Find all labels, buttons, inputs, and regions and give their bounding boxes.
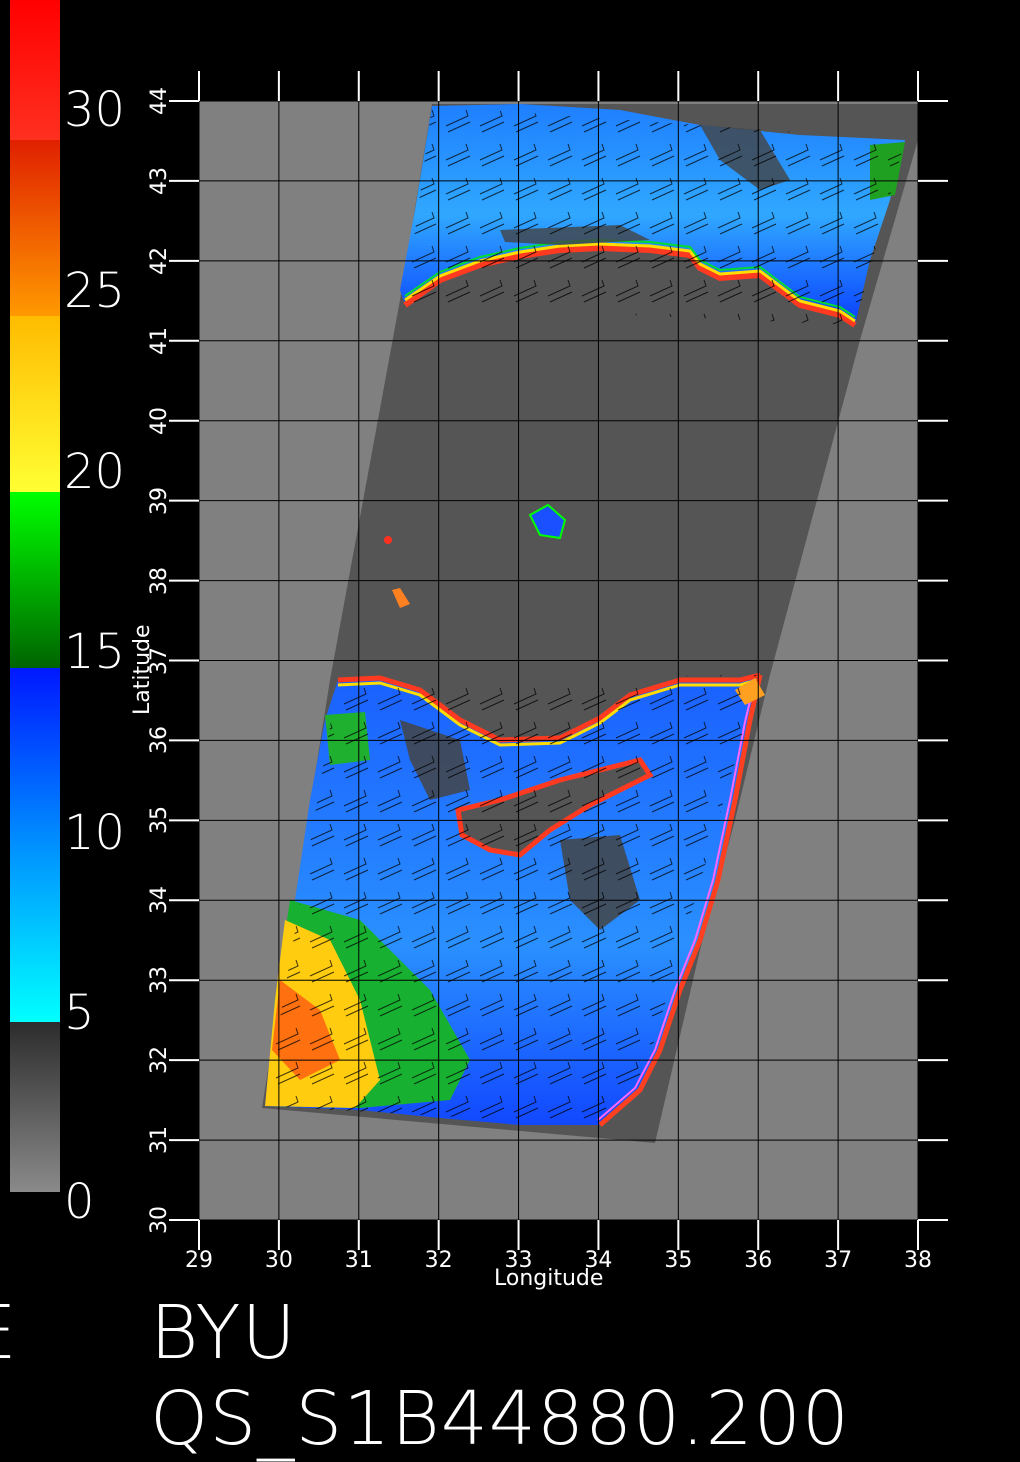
colorbar-band-20-25 bbox=[10, 316, 60, 492]
colorbar-label: 10 bbox=[64, 804, 126, 861]
lat-tick-label: 35 bbox=[147, 806, 172, 835]
footer-title: BYU QS_S1B44880.200 bbox=[150, 1290, 850, 1462]
colorbar-label: 15 bbox=[64, 624, 126, 681]
lon-tick-label: 37 bbox=[824, 1248, 853, 1273]
lat-tick-label: 40 bbox=[147, 406, 172, 435]
lat-tick-label: 41 bbox=[147, 326, 172, 355]
wind-barbs-north bbox=[405, 106, 905, 325]
lat-tick-label: 44 bbox=[147, 87, 172, 115]
lon-tick-label: 32 bbox=[424, 1248, 453, 1273]
lat-tick-label: 33 bbox=[147, 966, 172, 995]
footer-left-fragment: E bbox=[0, 1290, 17, 1376]
lat-tick-label: 42 bbox=[147, 246, 172, 275]
lon-tick-label: 35 bbox=[664, 1248, 693, 1273]
lat-tick-label: 39 bbox=[147, 486, 172, 515]
colorbar-band-0-5 bbox=[10, 1022, 60, 1192]
colorbar-label: 5 bbox=[64, 985, 95, 1042]
colorbar-band-25-30 bbox=[10, 140, 60, 316]
colorbar-label: 25 bbox=[64, 262, 126, 319]
lat-tick-label: 31 bbox=[147, 1126, 172, 1155]
x-axis-label: Longitude bbox=[494, 1266, 604, 1291]
colorbar-band-5-10 bbox=[10, 845, 60, 1022]
colorbar-band-15-20 bbox=[10, 492, 60, 668]
lon-tick-label: 38 bbox=[904, 1248, 932, 1273]
colorbar-label: 20 bbox=[64, 443, 126, 500]
y-axis-label: Latitude bbox=[130, 624, 155, 715]
colorbar-band-10-15 bbox=[10, 668, 60, 845]
lon-tick-label: 30 bbox=[264, 1248, 293, 1273]
lat-tick-label: 38 bbox=[147, 566, 172, 595]
lat-tick-label: 36 bbox=[147, 726, 172, 755]
lon-tick-label: 36 bbox=[744, 1248, 773, 1273]
lon-tick-label: 29 bbox=[185, 1248, 213, 1273]
lat-tick-label: 43 bbox=[147, 166, 172, 195]
red-spot-1 bbox=[384, 536, 392, 544]
colorbar-band-30-plus bbox=[10, 0, 60, 140]
lon-tick-label: 31 bbox=[344, 1248, 373, 1273]
lat-tick-label: 32 bbox=[147, 1046, 172, 1075]
lat-tick-label: 34 bbox=[147, 886, 172, 915]
colorbar-label: 30 bbox=[64, 82, 126, 139]
lat-tick-label: 30 bbox=[147, 1206, 172, 1234]
colorbar-label: 0 bbox=[64, 1174, 95, 1230]
colorbar bbox=[10, 0, 60, 1192]
